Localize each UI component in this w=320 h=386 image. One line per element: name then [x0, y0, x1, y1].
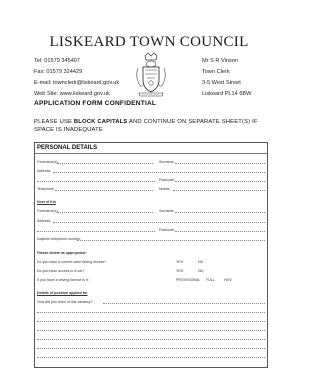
licence-type-question: If you have a driving licence is it:: [37, 278, 89, 282]
council-crest-icon: [136, 52, 166, 97]
surname-label: Surname:: [159, 160, 175, 164]
surname-field[interactable]: [175, 163, 265, 164]
address-field-1[interactable]: [53, 172, 265, 173]
section-divider: [35, 153, 267, 154]
nok-address-field-1[interactable]: [53, 222, 265, 223]
forenames-field[interactable]: [57, 163, 153, 164]
telephone-field[interactable]: [55, 190, 153, 191]
vacancy-field-4[interactable]: [37, 330, 265, 331]
forenames-label: Forename(s):: [37, 160, 59, 164]
town-postcode: Liskeard PL14 6BW: [202, 91, 252, 97]
vacancy-question: How did you learn of this vacancy?: [37, 300, 93, 304]
instruction-text: PLEASE USE BLOCK CAPITALS AND CONTINUE O…: [34, 119, 274, 134]
address-field-2[interactable]: [37, 181, 155, 182]
application-form-page: LISKEARD TOWN COUNCIL Tel: 01579 345407 …: [0, 0, 298, 386]
position-heading: Details of position applied for: [37, 291, 88, 295]
nok-address-field-2[interactable]: [37, 231, 155, 232]
nok-postcode-label: Postcode:: [159, 228, 175, 232]
nok-address-label: Address:: [37, 219, 52, 223]
nok-forenames-field[interactable]: [57, 212, 153, 213]
clerk-role: Town Clerk: [202, 69, 230, 75]
vacancy-field-7[interactable]: [37, 357, 265, 358]
car-yes-option[interactable]: YES: [176, 269, 183, 273]
vacancy-field-6[interactable]: [37, 348, 265, 349]
tel-line: Tel: 01579 345407: [34, 58, 81, 64]
personal-details-box: PERSONAL DETAILS Forename(s): Surname: A…: [34, 142, 268, 368]
next-of-kin-heading: Next of Kin: [37, 200, 56, 204]
website-line: Web Site: www.liskeard.gov.uk: [34, 91, 110, 97]
postcode-field[interactable]: [175, 181, 265, 182]
licence-no-option[interactable]: NO: [198, 260, 203, 264]
car-question: Do you have access to a car?: [37, 269, 85, 273]
mobile-label: Mobile:: [159, 187, 171, 191]
mobile-field[interactable]: [173, 190, 265, 191]
vacancy-field-1[interactable]: [103, 303, 265, 304]
nok-postcode-field[interactable]: [175, 231, 265, 232]
instruction-bold: BLOCK CAPITALS: [73, 119, 128, 125]
nok-forenames-label: Forename(s):: [37, 209, 59, 213]
address-label: Address:: [37, 169, 52, 173]
licence-question: Do you have a current valid driving lice…: [37, 260, 107, 264]
nok-daytime-label: Daytime telephone number:: [37, 237, 82, 241]
nok-daytime-field[interactable]: [77, 240, 265, 241]
vacancy-field-3[interactable]: [37, 321, 265, 322]
provisional-option[interactable]: PROVISIONAL: [176, 278, 200, 282]
full-option[interactable]: FULL: [206, 278, 215, 282]
vacancy-field-5[interactable]: [37, 339, 265, 340]
email-line: E-mail: townclerk@liskeard.gov.uk: [34, 80, 120, 86]
clerk-name: Mr S R Vinson: [202, 58, 238, 64]
telephone-label: Telephone:: [37, 187, 55, 191]
council-title: LISKEARD TOWN COUNCIL: [49, 34, 249, 50]
car-no-option[interactable]: NO: [198, 269, 203, 273]
street-address: 3-5 West Street: [202, 80, 241, 86]
fax-line: Fax: 01579 324429: [34, 69, 83, 75]
licence-yes-option[interactable]: YES: [176, 260, 183, 264]
vacancy-field-2[interactable]: [37, 312, 265, 313]
form-heading: APPLICATION FORM CONFIDENTIAL: [34, 100, 157, 107]
nok-surname-field[interactable]: [175, 212, 265, 213]
delete-note: Please delete as appropriate:: [37, 251, 87, 255]
postcode-label: Postcode:: [159, 178, 175, 182]
personal-details-title: PERSONAL DETAILS: [37, 145, 98, 151]
nok-surname-label: Surname:: [159, 209, 175, 213]
instruction-pre: PLEASE USE: [34, 119, 74, 125]
hgv-option[interactable]: HGV: [224, 278, 232, 282]
